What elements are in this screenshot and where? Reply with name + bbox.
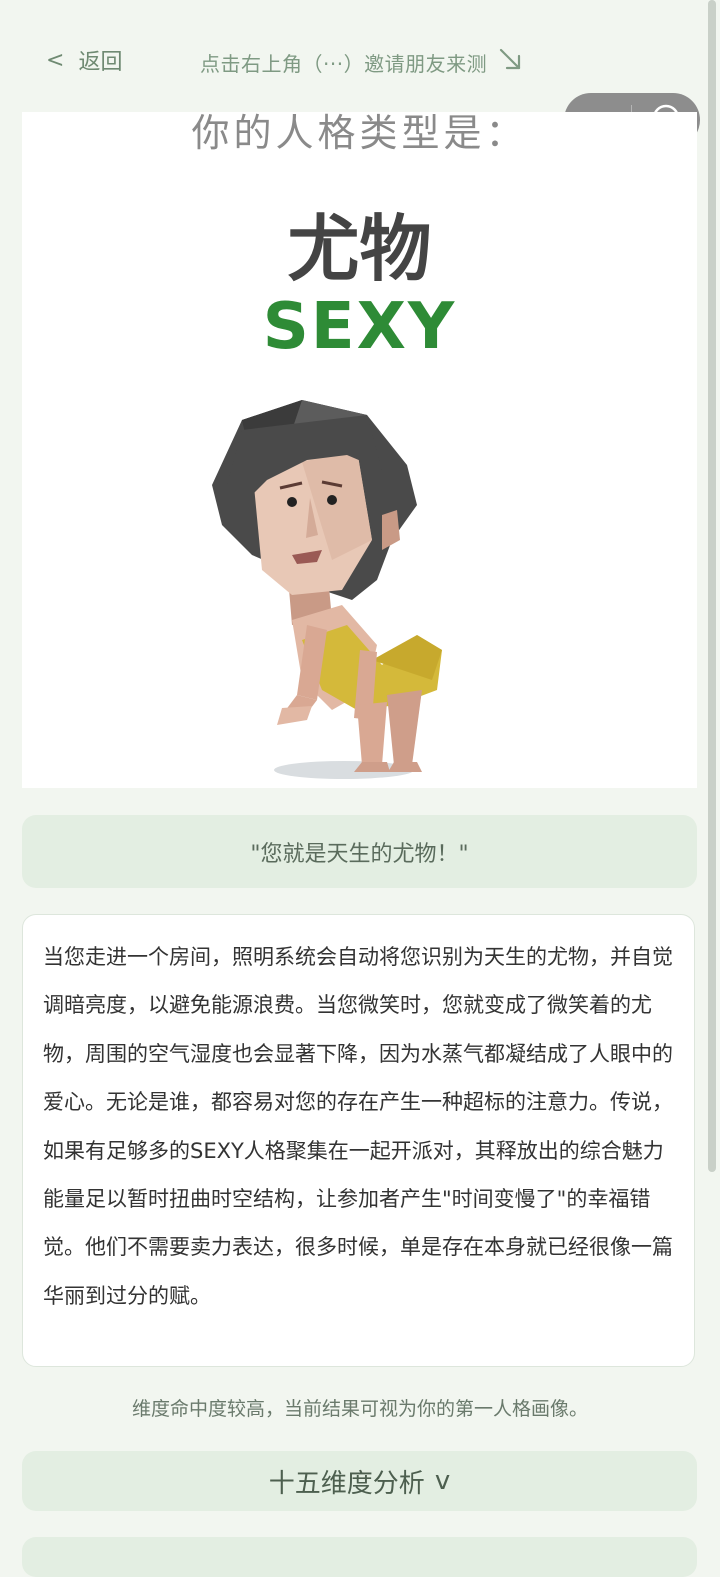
result-hero-image: 你的人格类型是： 尤物 SEXY — [22, 112, 697, 788]
result-description-card: 当您走进一个房间，照明系统会自动将您识别为天生的尤物，并自觉调暗亮度，以避免能源… — [22, 914, 695, 1367]
result-quote: "您就是天生的尤物！" — [22, 815, 697, 888]
character-illustration — [212, 400, 442, 779]
next-section-card — [22, 1537, 697, 1577]
scrollbar[interactable] — [708, 0, 716, 1172]
invite-hint: 点击右上角（···）邀请朋友来测 — [200, 46, 525, 79]
chevron-down-icon: v — [434, 1466, 451, 1496]
back-label: 返回 — [78, 50, 123, 75]
personality-type-name: 尤物 — [287, 207, 432, 291]
invite-text: 点击右上角（···）邀请朋友来测 — [200, 52, 488, 76]
dimension-analysis-label: 十五维度分析 — [268, 1468, 425, 1499]
result-heading: 你的人格类型是： — [191, 112, 528, 155]
chevron-left-icon: < — [46, 47, 65, 73]
personality-type-code: SEXY — [262, 290, 457, 364]
arrow-down-right-icon — [497, 46, 525, 79]
result-description-text: 当您走进一个房间，照明系统会自动将您识别为天生的尤物，并自觉调暗亮度，以避免能源… — [43, 945, 673, 1308]
dimension-analysis-toggle[interactable]: 十五维度分析 v — [22, 1451, 697, 1511]
back-button[interactable]: < 返回 — [46, 44, 122, 76]
match-note: 维度命中度较高，当前结果可视为你的第一人格画像。 — [131, 1398, 588, 1420]
